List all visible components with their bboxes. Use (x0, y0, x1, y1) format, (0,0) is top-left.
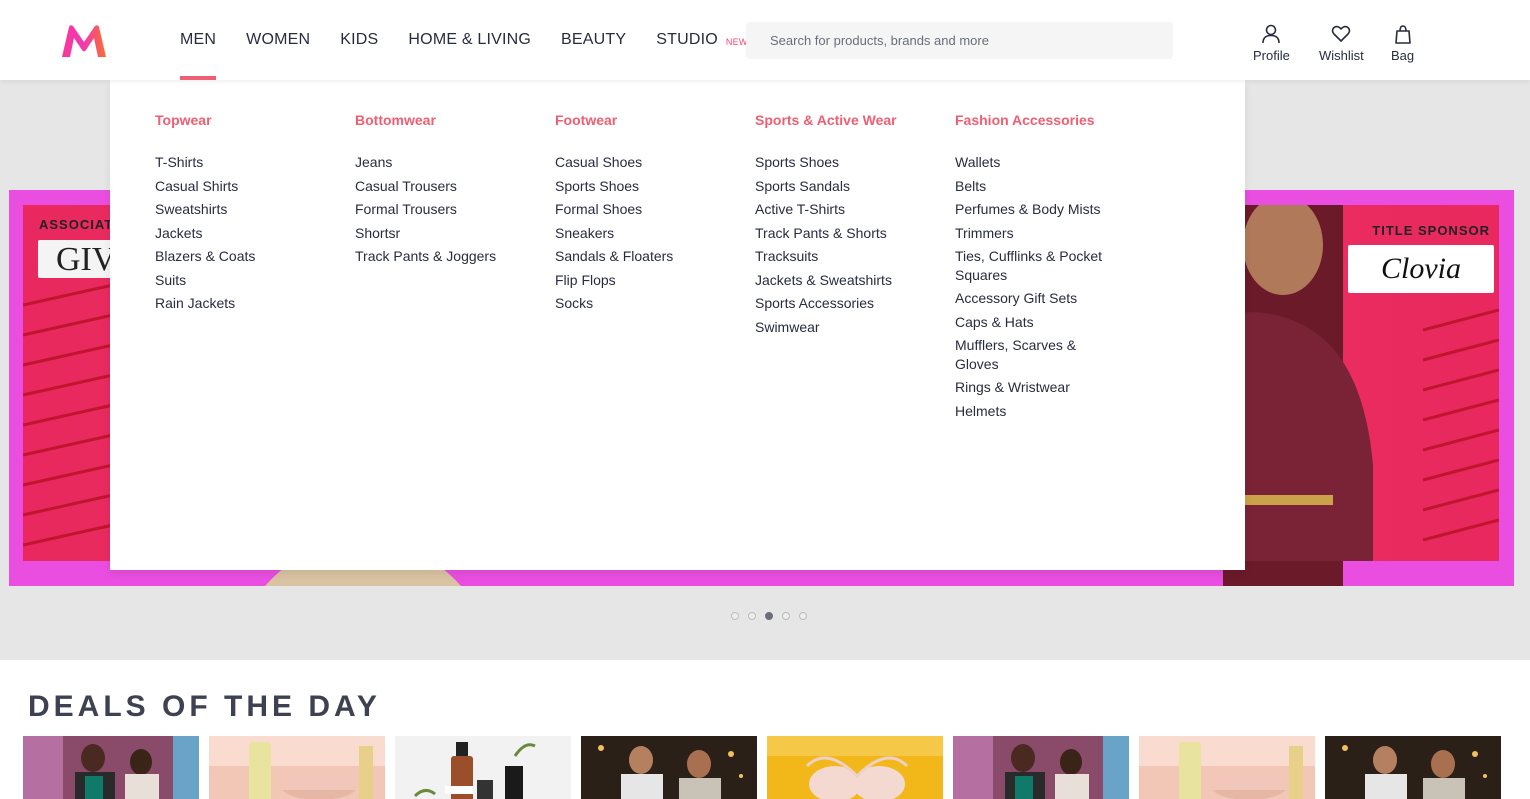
carousel-dot-active[interactable] (765, 612, 773, 620)
associate-label: ASSOCIAT (39, 217, 114, 232)
menu-column-title[interactable]: Bottomwear (355, 110, 525, 130)
menu-item[interactable]: Sports Accessories (755, 294, 925, 313)
menu-item[interactable]: Sandals & Floaters (555, 247, 725, 266)
menu-item[interactable]: T-Shirts (155, 153, 325, 172)
bag-icon (1394, 25, 1411, 44)
nav-studio-label: STUDIO (656, 31, 718, 48)
menu-item[interactable]: Casual Shoes (555, 153, 725, 172)
user-icon (1262, 24, 1281, 44)
menu-item[interactable]: Blazers & Coats (155, 247, 325, 266)
deals-tiles (23, 736, 1501, 799)
deal-tile-men-fashion[interactable] (1325, 736, 1501, 799)
menu-item[interactable]: Shortsr (355, 224, 525, 243)
heart-icon (1332, 25, 1351, 42)
main-nav: MEN WOMEN KIDS HOME & LIVING BEAUTY STUD… (180, 0, 778, 80)
menu-item[interactable]: Sweatshirts (155, 200, 325, 219)
menu-item[interactable]: Formal Shoes (555, 200, 725, 219)
deal-tile-skincare[interactable] (1139, 736, 1315, 799)
myntra-logo-icon[interactable] (60, 24, 108, 58)
nav-kids[interactable]: KIDS (340, 0, 378, 80)
menu-column-footwear: Footwear Casual Shoes Sports Shoes Forma… (555, 110, 725, 318)
menu-item[interactable]: Rain Jackets (155, 294, 325, 313)
deal-tile-men-fashion[interactable] (581, 736, 757, 799)
menu-item[interactable]: Ties, Cufflinks & Pocket Squares (955, 247, 1115, 284)
site-header: MEN WOMEN KIDS HOME & LIVING BEAUTY STUD… (0, 0, 1530, 80)
menu-item[interactable]: Suits (155, 271, 325, 290)
carousel-dot[interactable] (748, 612, 756, 620)
nav-home-living[interactable]: HOME & LIVING (408, 0, 531, 80)
nav-beauty[interactable]: BEAUTY (561, 0, 626, 80)
deal-tile-serum[interactable] (395, 736, 571, 799)
menu-column-title[interactable]: Sports & Active Wear (755, 110, 925, 130)
menu-column-fashion-accessories: Fashion Accessories Wallets Belts Perfum… (955, 110, 1125, 425)
carousel-dots (731, 612, 807, 620)
mega-menu-men: Topwear T-Shirts Casual Shirts Sweatshir… (110, 80, 1245, 570)
deal-tile-skincare[interactable] (209, 736, 385, 799)
menu-item[interactable]: Accessory Gift Sets (955, 289, 1115, 308)
nav-women[interactable]: WOMEN (246, 0, 310, 80)
profile-label: Profile (1253, 48, 1290, 63)
menu-item[interactable]: Trimmers (955, 224, 1115, 243)
menu-item[interactable]: Casual Trousers (355, 177, 525, 196)
wishlist-button[interactable]: Wishlist (1319, 24, 1364, 63)
menu-item[interactable]: Sneakers (555, 224, 725, 243)
deals-section-title: DEALS OF THE DAY (28, 690, 381, 723)
menu-item[interactable]: Belts (955, 177, 1115, 196)
nav-studio[interactable]: STUDIO NEW (656, 0, 747, 80)
menu-item[interactable]: Jackets & Sweatshirts (755, 271, 925, 290)
nav-home-living-label: HOME & LIVING (408, 31, 532, 48)
wishlist-label: Wishlist (1319, 48, 1364, 63)
profile-button[interactable]: Profile (1253, 24, 1290, 63)
menu-item[interactable]: Mufflers, Scarves & Gloves (955, 336, 1115, 373)
menu-column-title[interactable]: Topwear (155, 110, 325, 130)
sponsor-label: TITLE SPONSOR (1372, 223, 1490, 238)
menu-item[interactable]: Track Pants & Joggers (355, 247, 525, 266)
nav-kids-label: KIDS (340, 31, 379, 48)
deal-tile-women-fashion[interactable] (23, 736, 199, 799)
menu-item[interactable]: Rings & Wristwear (955, 378, 1115, 397)
menu-item[interactable]: Active T-Shirts (755, 200, 925, 219)
nav-beauty-label: BEAUTY (561, 31, 627, 48)
menu-item[interactable]: Formal Trousers (355, 200, 525, 219)
menu-item[interactable]: Track Pants & Shorts (755, 224, 925, 243)
new-badge: NEW (725, 37, 748, 47)
sponsor-brand-logo: Clovia (1348, 245, 1494, 293)
menu-item[interactable]: Flip Flops (555, 271, 725, 290)
menu-item[interactable]: Sports Shoes (755, 153, 925, 172)
carousel-dot[interactable] (731, 612, 739, 620)
menu-item[interactable]: Socks (555, 294, 725, 313)
menu-item[interactable]: Swimwear (755, 318, 925, 337)
carousel-dot[interactable] (799, 612, 807, 620)
search-input[interactable] (746, 22, 1173, 59)
bag-label: Bag (1391, 48, 1415, 63)
menu-item[interactable]: Sports Shoes (555, 177, 725, 196)
nav-men-label: MEN (180, 31, 217, 48)
nav-men[interactable]: MEN (180, 0, 217, 80)
menu-column-bottomwear: Bottomwear Jeans Casual Trousers Formal … (355, 110, 525, 271)
menu-item[interactable]: Helmets (955, 402, 1115, 421)
menu-item[interactable]: Perfumes & Body Mists (955, 200, 1115, 219)
menu-column-topwear: Topwear T-Shirts Casual Shirts Sweatshir… (155, 110, 325, 318)
menu-item[interactable]: Tracksuits (755, 247, 925, 266)
menu-item[interactable]: Wallets (955, 153, 1115, 172)
menu-item[interactable]: Sports Sandals (755, 177, 925, 196)
deal-tile-women-fashion[interactable] (953, 736, 1129, 799)
bag-button[interactable]: Bag (1391, 24, 1414, 63)
menu-item[interactable]: Caps & Hats (955, 313, 1115, 332)
menu-column-title[interactable]: Footwear (555, 110, 725, 130)
nav-women-label: WOMEN (246, 31, 311, 48)
carousel-dot[interactable] (782, 612, 790, 620)
deal-tile-lingerie[interactable] (767, 736, 943, 799)
menu-item[interactable]: Jeans (355, 153, 525, 172)
search-bar (746, 22, 1173, 59)
menu-column-title[interactable]: Fashion Accessories (955, 110, 1125, 130)
menu-column-sports-active-wear: Sports & Active Wear Sports Shoes Sports… (755, 110, 925, 341)
menu-item[interactable]: Jackets (155, 224, 325, 243)
menu-item[interactable]: Casual Shirts (155, 177, 325, 196)
